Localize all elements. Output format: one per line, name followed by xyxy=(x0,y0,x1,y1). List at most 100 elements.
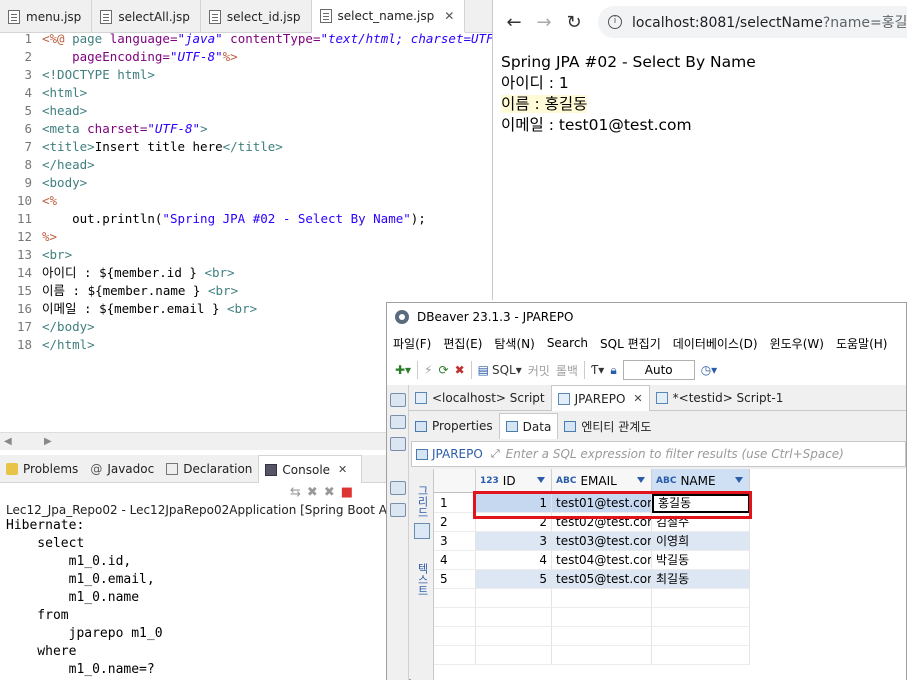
history-icon[interactable]: ◷▾ xyxy=(701,363,718,377)
menu-help[interactable]: 도움말(H) xyxy=(830,335,894,352)
close-icon[interactable]: ✕ xyxy=(338,463,350,476)
tab-javadoc[interactable]: @ Javadoc xyxy=(84,455,160,483)
tab-select-name-jsp[interactable]: select_name.jsp ✕ xyxy=(311,0,466,33)
grid-header: 123 ID ABC EMAIL ABC NAME xyxy=(434,469,750,493)
row-number-cell[interactable]: 3 xyxy=(434,532,476,551)
commit-label: 커밋 xyxy=(527,363,550,378)
close-icon[interactable]: ✕ xyxy=(444,9,454,23)
id-cell[interactable]: 5 xyxy=(476,570,552,589)
menu-navigate[interactable]: 탐색(N) xyxy=(488,335,540,352)
tab-data[interactable]: Data xyxy=(498,413,559,439)
output-icon[interactable] xyxy=(389,503,406,517)
minimize-icon[interactable] xyxy=(389,393,406,407)
lock-icon[interactable]: 🔒︎ xyxy=(610,363,616,378)
link-icon[interactable]: ⇆ xyxy=(290,485,301,503)
projects-icon[interactable] xyxy=(389,437,406,451)
table-row[interactable]: 4 4 test04@test.com 박길동 xyxy=(434,551,750,570)
number-type-icon: 123 xyxy=(480,476,499,486)
grid-icon[interactable] xyxy=(414,523,430,539)
table-row[interactable]: 1 1 test01@test.com 홍길동 xyxy=(434,494,750,513)
remove-launch-icon[interactable]: ✖ xyxy=(307,485,318,503)
forward-icon[interactable]: → xyxy=(529,7,559,37)
filter-input[interactable]: Enter a SQL expression to filter results… xyxy=(506,447,844,461)
menu-sql-editor[interactable]: SQL 편집기 xyxy=(594,335,667,352)
column-header-name[interactable]: ABC NAME xyxy=(652,469,750,493)
name-cell[interactable]: 김철수 xyxy=(652,513,750,532)
table-row[interactable]: 3 3 test03@test.com 이영희 xyxy=(434,532,750,551)
column-header-id[interactable]: 123 ID xyxy=(476,469,552,493)
expand-filter-icon[interactable]: ⤢ xyxy=(491,447,500,461)
filter-dropdown-icon[interactable] xyxy=(735,477,743,483)
tab-console[interactable]: Console ✕ xyxy=(258,455,363,483)
name-cell[interactable]: 이영희 xyxy=(652,532,750,551)
id-cell[interactable]: 1 xyxy=(476,494,552,513)
rollback-button[interactable]: 롤백 xyxy=(556,362,578,379)
auto-commit-select[interactable]: Auto xyxy=(622,360,695,380)
menu-database[interactable]: 데이터베이스(D) xyxy=(667,335,764,352)
site-info-icon[interactable]: i xyxy=(608,15,622,29)
tab-er-diagram[interactable]: 엔티티 관계도 xyxy=(558,413,657,439)
minimize-icon[interactable] xyxy=(389,481,406,495)
email-cell[interactable]: test04@test.com xyxy=(552,551,652,570)
remove-all-icon[interactable]: ✖ xyxy=(324,485,335,503)
close-icon[interactable]: ✕ xyxy=(633,392,642,405)
scroll-right-icon[interactable]: ▶ xyxy=(44,436,52,447)
grid-view-toggle[interactable]: 그리드 xyxy=(414,483,430,519)
back-icon[interactable]: ← xyxy=(499,7,529,37)
tab-jparepo[interactable]: JPAREPO ✕ xyxy=(550,385,650,411)
url-text[interactable]: localhost:8081/selectName?name=홍길동 xyxy=(632,12,907,32)
code-line: 1 <%@ page language="java" contentType="t… xyxy=(0,30,516,48)
row-number-cell[interactable]: 2 xyxy=(434,513,476,532)
reconnect-icon[interactable]: ⟳ xyxy=(439,363,449,377)
name-cell[interactable]: 홍길동 xyxy=(652,494,750,513)
id-cell[interactable]: 3 xyxy=(476,532,552,551)
code-token: out.println( xyxy=(42,211,163,226)
tab-menu-jsp[interactable]: menu.jsp xyxy=(0,0,93,33)
row-number-cell[interactable]: 5 xyxy=(434,570,476,589)
database-navigator-icon[interactable] xyxy=(389,415,406,429)
commit-button[interactable]: 커밋 xyxy=(528,362,550,379)
menu-search[interactable]: Search xyxy=(541,336,594,350)
email-cell[interactable]: test01@test.com xyxy=(552,494,652,513)
id-cell[interactable]: 2 xyxy=(476,513,552,532)
terminate-icon[interactable]: ■ xyxy=(341,485,353,503)
line-number: 8 xyxy=(24,157,32,172)
new-connection-icon[interactable]: ✚▾ xyxy=(395,363,411,377)
column-header-email[interactable]: ABC EMAIL xyxy=(552,469,652,493)
tab-declaration[interactable]: Declaration xyxy=(160,455,258,483)
reload-icon[interactable]: ↻ xyxy=(559,7,589,37)
scroll-left-icon[interactable]: ◀ xyxy=(4,436,12,447)
tab-selectall-jsp[interactable]: selectAll.jsp xyxy=(92,0,201,33)
tab-testid-script[interactable]: *<testid> Script-1 xyxy=(650,385,790,411)
menu-file[interactable]: 파일(F) xyxy=(387,335,437,352)
transaction-mode-icon[interactable]: Ƭ▾ xyxy=(591,363,604,377)
tab-problems[interactable]: Problems xyxy=(0,455,84,483)
row-number-cell[interactable]: 1 xyxy=(434,494,476,513)
name-cell[interactable]: 최길동 xyxy=(652,570,750,589)
sql-editor-button[interactable]: ▤ SQL ▾ xyxy=(478,363,522,377)
tab-localhost-script[interactable]: <localhost> Script xyxy=(409,385,551,411)
console-output[interactable]: Hibernate: select m1_0.id, m1_0.email, m… xyxy=(6,517,163,679)
email-cell[interactable]: test05@test.com xyxy=(552,570,652,589)
menu-edit[interactable]: 편집(E) xyxy=(437,335,488,352)
disconnect-icon[interactable]: ✖ xyxy=(455,363,465,377)
connect-icon[interactable]: ⚡ xyxy=(424,363,432,377)
table-row[interactable]: 5 5 test05@test.com 최길동 xyxy=(434,570,750,589)
email-cell[interactable]: test02@test.com xyxy=(552,513,652,532)
address-bar[interactable]: i localhost:8081/selectName?name=홍길동 xyxy=(598,6,907,38)
jsp-file-icon xyxy=(208,9,221,24)
text-view-toggle[interactable]: 텍스트 xyxy=(414,557,430,601)
row-number-cell[interactable]: 4 xyxy=(434,551,476,570)
table-row[interactable]: 2 2 test02@test.com 김철수 xyxy=(434,513,750,532)
name-cell[interactable]: 박길동 xyxy=(652,551,750,570)
tab-properties[interactable]: Properties xyxy=(409,413,499,439)
menu-window[interactable]: 윈도우(W) xyxy=(764,335,830,352)
results-grid[interactable]: 123 ID ABC EMAIL ABC NAME 1 1 test01@test.com… xyxy=(433,469,906,680)
tab-select-id-jsp[interactable]: select_id.jsp xyxy=(201,0,312,33)
email-cell[interactable]: test03@test.com xyxy=(552,532,652,551)
code-token: "UTF-8" xyxy=(169,49,223,64)
filter-dropdown-icon[interactable] xyxy=(637,477,645,483)
id-cell[interactable]: 4 xyxy=(476,551,552,570)
filter-dropdown-icon[interactable] xyxy=(537,477,545,483)
email-cell xyxy=(552,646,652,665)
